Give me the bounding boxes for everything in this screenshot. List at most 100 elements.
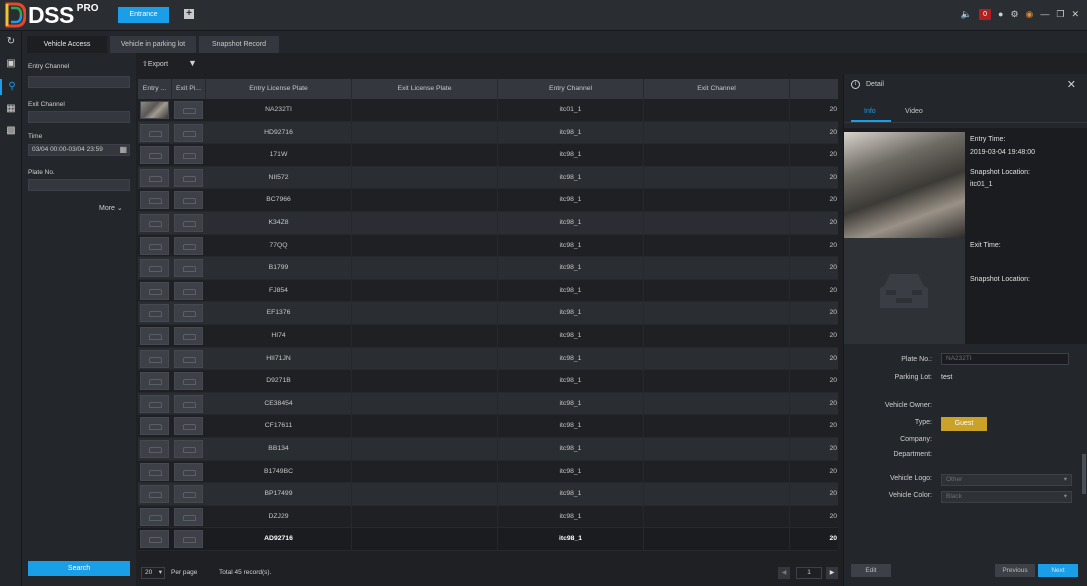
entry-picture-thumbnail[interactable]: [140, 123, 169, 142]
exit-picture-thumbnail[interactable]: [174, 146, 203, 165]
exit-picture-thumbnail[interactable]: [174, 236, 203, 255]
exit-picture-thumbnail[interactable]: [174, 507, 203, 526]
alarm-count-badge[interactable]: 0: [979, 8, 991, 20]
exit-picture-thumbnail[interactable]: [174, 327, 203, 345]
entry-picture-thumbnail[interactable]: [140, 146, 169, 165]
user-icon[interactable]: ●: [998, 8, 1003, 20]
edit-button[interactable]: Edit: [851, 564, 891, 577]
per-page-select[interactable]: 20 ▾: [141, 567, 165, 579]
exit-picture-thumbnail[interactable]: [174, 259, 203, 278]
table-row[interactable]: HD92716 itc98_1 20: [138, 121, 838, 145]
search-button[interactable]: Search: [28, 561, 130, 576]
table-row[interactable]: BB134 itc98_1 20: [138, 438, 838, 461]
entry-picture-thumbnail[interactable]: [140, 349, 169, 368]
table-row[interactable]: EF1376 itc98_1 20: [138, 302, 838, 325]
table-row[interactable]: FJ854 itc98_1 20: [138, 279, 838, 303]
tab-info[interactable]: Info: [864, 108, 876, 115]
close-icon[interactable]: ✕: [1067, 78, 1076, 91]
entry-picture-thumbnail[interactable]: [140, 462, 169, 481]
more-filters-button[interactable]: More ⌄: [99, 204, 123, 212]
gear-icon[interactable]: ⚙: [1010, 8, 1018, 20]
table-row[interactable]: D9271B itc98_1 20: [138, 370, 838, 393]
table-row[interactable]: K34Z8 itc98_1 20: [138, 212, 838, 235]
col-entry-license-plate[interactable]: Entry License Plate: [206, 79, 352, 99]
exit-picture-thumbnail[interactable]: [174, 530, 203, 549]
table-row[interactable]: CE38454 itc98_1 20: [138, 392, 838, 416]
entry-picture-thumbnail[interactable]: [140, 259, 169, 278]
exit-picture-thumbnail[interactable]: [174, 485, 203, 504]
exit-picture-thumbnail[interactable]: [174, 304, 203, 323]
exit-picture-thumbnail[interactable]: [174, 349, 203, 368]
exit-picture-thumbnail[interactable]: [174, 168, 203, 187]
col-exit-license-plate[interactable]: Exit License Plate: [352, 79, 498, 99]
filter-funnel-icon[interactable]: ▼: [188, 58, 197, 68]
previous-button[interactable]: Previous: [995, 564, 1035, 577]
entry-picture-thumbnail[interactable]: [140, 507, 169, 526]
entry-picture-thumbnail[interactable]: [140, 168, 169, 187]
col-entry-picture[interactable]: Entry ...: [138, 79, 172, 99]
next-page-button[interactable]: ▶: [826, 567, 838, 579]
entry-picture-thumbnail[interactable]: [140, 394, 169, 413]
entry-snapshot-image[interactable]: [844, 132, 965, 238]
col-exit-channel[interactable]: Exit Channel: [644, 79, 790, 99]
tab-vehicle-access[interactable]: Vehicle Access: [27, 36, 107, 53]
speaker-icon[interactable]: 🔈: [961, 8, 972, 20]
tab-snapshot-record[interactable]: Snapshot Record: [199, 36, 279, 53]
table-row[interactable]: AD92716 itc98_1 20: [138, 528, 838, 551]
minimize-icon[interactable]: —: [1040, 8, 1049, 20]
entry-channel-input[interactable]: [28, 76, 130, 88]
table-row[interactable]: BC7966 itc98_1 20: [138, 189, 838, 212]
close-icon[interactable]: ✕: [1071, 8, 1079, 20]
entry-picture-thumbnail[interactable]: [140, 214, 169, 232]
entry-picture-thumbnail[interactable]: [140, 327, 169, 345]
vehicle-logo-select[interactable]: Other ▾: [941, 474, 1072, 486]
exit-picture-thumbnail[interactable]: [174, 191, 203, 210]
plate-no-field[interactable]: NA232TI: [941, 353, 1069, 365]
restore-icon[interactable]: ❐: [1056, 8, 1064, 20]
exit-picture-thumbnail[interactable]: [174, 417, 203, 436]
entry-picture-thumbnail[interactable]: [140, 236, 169, 255]
table-row[interactable]: CF17611 itc98_1 20: [138, 415, 838, 438]
entry-picture-thumbnail[interactable]: [140, 304, 169, 323]
exit-picture-thumbnail[interactable]: [174, 123, 203, 142]
entry-picture-thumbnail[interactable]: [140, 372, 169, 391]
exit-picture-thumbnail[interactable]: [174, 462, 203, 481]
vehicle-color-select[interactable]: Black ▾: [941, 491, 1072, 503]
page-number-input[interactable]: 1: [796, 567, 822, 579]
col-entry-time[interactable]: [790, 79, 838, 99]
table-row[interactable]: 77QQ itc98_1 20: [138, 234, 838, 258]
tab-vehicle-in-parking-lot[interactable]: Vehicle in parking lot: [110, 36, 196, 53]
entry-picture-thumbnail[interactable]: [140, 281, 169, 300]
entry-picture-thumbnail[interactable]: [140, 440, 169, 458]
add-tab-button[interactable]: +: [184, 9, 194, 19]
table-row[interactable]: HI74 itc98_1 20: [138, 325, 838, 348]
gauge-icon[interactable]: ◉: [1026, 8, 1034, 20]
exit-picture-thumbnail[interactable]: [174, 281, 203, 300]
table-row[interactable]: DZJ29 itc98_1 20: [138, 505, 838, 529]
table-row[interactable]: BP17499 itc98_1 20: [138, 483, 838, 506]
table-row[interactable]: 171W itc98_1 20: [138, 144, 838, 167]
table-row[interactable]: HII71JN itc98_1 20: [138, 347, 838, 371]
table-row[interactable]: NA232TI itc01_1 20: [138, 99, 838, 122]
col-exit-picture[interactable]: Exit Pi...: [172, 79, 206, 99]
next-button[interactable]: Next: [1038, 564, 1078, 577]
parking-icon[interactable]: ▦: [3, 101, 19, 117]
table-row[interactable]: B1799 itc98_1 20: [138, 257, 838, 280]
entry-picture-thumbnail[interactable]: [140, 417, 169, 436]
tab-entrance[interactable]: Entrance: [118, 7, 169, 23]
calendar-icon[interactable]: ▦: [119, 145, 127, 155]
entry-picture-thumbnail[interactable]: [140, 530, 169, 549]
vehicle-search-icon[interactable]: ⚲: [0, 79, 22, 95]
table-row[interactable]: B1749BC itc98_1 20: [138, 460, 838, 484]
plate-no-input[interactable]: [28, 179, 130, 191]
scan-icon[interactable]: ▣: [3, 56, 19, 72]
entry-picture-thumbnail[interactable]: [140, 191, 169, 210]
time-range-input[interactable]: 03/04 00:00-03/04 23:59 ▦: [28, 144, 130, 156]
table-row[interactable]: NII572 itc98_1 20: [138, 166, 838, 190]
tab-video[interactable]: Video: [905, 108, 923, 115]
refresh-icon[interactable]: ↻: [3, 34, 19, 50]
exit-picture-thumbnail[interactable]: [174, 394, 203, 413]
detail-scrollbar[interactable]: [1082, 454, 1086, 494]
exit-picture-thumbnail[interactable]: [174, 372, 203, 391]
entry-picture-thumbnail[interactable]: [140, 101, 169, 119]
